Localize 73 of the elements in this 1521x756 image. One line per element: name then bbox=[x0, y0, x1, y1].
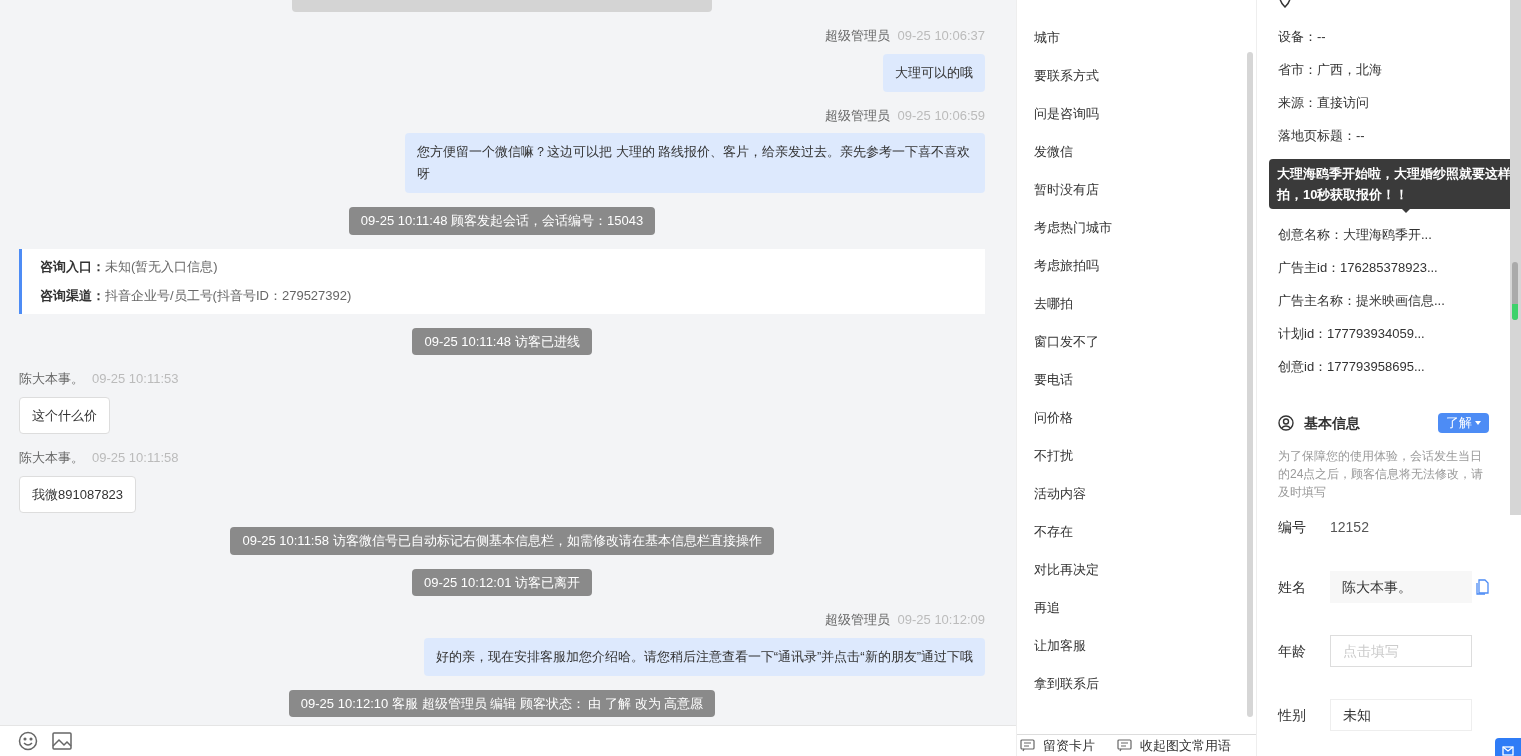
image-icon[interactable] bbox=[52, 732, 72, 750]
source-info-row-text: 省市：广西，北海 bbox=[1278, 60, 1383, 79]
message-time: 09-25 10:06:37 bbox=[897, 27, 985, 45]
select-field[interactable]: 未知 bbox=[1330, 699, 1472, 731]
agent-message-bubble: 您方便留一个微信嘛？这边可以把 大理的 路线报价、客片，给亲发过去。亲先参考一下喜不喜欢呀 bbox=[405, 133, 985, 193]
field-label: 年龄 bbox=[1278, 641, 1307, 661]
sender-name: 陈大本事。 bbox=[19, 449, 84, 467]
field-label: 姓名 bbox=[1278, 577, 1307, 597]
agent-message-bubble: 大理可以的哦 bbox=[883, 53, 985, 92]
footer-button[interactable]: 留资卡片 bbox=[1020, 735, 1095, 756]
phrase-item[interactable]: 再追 bbox=[1034, 589, 1256, 627]
message-time: 09-25 10:11:53 bbox=[92, 370, 179, 388]
phrase-item[interactable]: 不打扰 bbox=[1034, 437, 1256, 475]
phrase-item[interactable]: 城市 bbox=[1034, 19, 1256, 57]
info-label: 咨询入口： bbox=[40, 257, 105, 276]
info-value: 未知(暂无入口信息) bbox=[105, 257, 218, 276]
field-value: 12152 bbox=[1330, 517, 1369, 537]
phrase-item[interactable]: 问是咨询吗 bbox=[1034, 95, 1256, 133]
sender-name: 超级管理员 bbox=[824, 27, 890, 45]
sender-name: 陈大本事。 bbox=[19, 370, 84, 388]
phrase-item[interactable]: 不存在 bbox=[1034, 513, 1256, 551]
section-title: 基本信息 bbox=[1304, 413, 1360, 433]
source-info-row-text: 落地页标题：-- bbox=[1278, 126, 1366, 145]
agent-message-bubble: 好的亲，现在安排客服加您介绍哈。请您稍后注意查看一下“通讯录”并点击“新的朋友”通过下哦 bbox=[423, 637, 985, 676]
system-message: 09-25 10:11:48 访客已进线 bbox=[412, 327, 592, 355]
chat-icon bbox=[1020, 739, 1035, 752]
source-info-row-text: 来源：直接访问 bbox=[1278, 93, 1370, 112]
source-info-row-text: 广告主名称：提米映画信息... bbox=[1278, 291, 1446, 310]
visitor-message-bubble: 这个什么价 bbox=[19, 396, 110, 434]
mail-icon bbox=[1502, 746, 1514, 756]
chat-icon bbox=[1117, 739, 1132, 752]
info-value: 抖音企业号/员工号(抖音号ID：279527392) bbox=[105, 287, 352, 305]
system-message: 09-25 10:12:01 访客已离开 bbox=[411, 568, 593, 596]
source-info-row-text: 广告主id：176285378923... bbox=[1278, 258, 1439, 277]
phrase-item[interactable]: 考虑旅拍吗 bbox=[1034, 247, 1256, 285]
phrase-item[interactable]: 要电话 bbox=[1034, 361, 1256, 399]
phrase-item[interactable]: 去哪拍 bbox=[1034, 285, 1256, 323]
system-message: 09-25 10:12:10 客服 超级管理员 编辑 顾客状态： 由 了解 改为 高意愿 bbox=[288, 689, 716, 717]
info-label: 咨询渠道： bbox=[40, 287, 105, 305]
caret-icon bbox=[1475, 421, 1481, 425]
system-message: 09-25 10:11:58 访客微信号已自动标记右侧基本信息栏，如需修改请在基本信息栏直接操作 bbox=[230, 527, 774, 555]
phrase-item[interactable]: 让加客服 bbox=[1034, 627, 1256, 665]
footer-button[interactable]: 收起图文常用语 bbox=[1117, 735, 1231, 756]
field-label: 编号 bbox=[1278, 517, 1307, 537]
source-info-row-text: 创意名称：大理海鸥季开... bbox=[1278, 225, 1433, 244]
message-time: 09-25 10:11:58 bbox=[92, 449, 179, 467]
emoji-icon[interactable] bbox=[18, 731, 38, 751]
scrollbar[interactable] bbox=[1247, 52, 1253, 717]
phrase-item[interactable]: 拿到联系后 bbox=[1034, 665, 1256, 703]
phrase-item[interactable]: 考虑热门城市 bbox=[1034, 209, 1256, 247]
notice-text: 为了保障您的使用体验，会话发生当日的24点之后，顾客信息将无法修改，请及时填写 bbox=[1278, 448, 1485, 501]
phrase-item[interactable]: 暂时没有店 bbox=[1034, 171, 1256, 209]
source-info-row-text: 设备：-- bbox=[1278, 27, 1327, 46]
field-label: 性别 bbox=[1278, 705, 1307, 725]
sender-name: 超级管理员 bbox=[824, 106, 890, 125]
name-field[interactable]: 陈大本事。 bbox=[1330, 571, 1472, 603]
message-time: 09-25 10:12:09 bbox=[897, 611, 985, 629]
phrase-item[interactable]: 发微信 bbox=[1034, 133, 1256, 171]
phrase-item[interactable]: 问价格 bbox=[1034, 399, 1256, 437]
phrase-item[interactable]: 对比再决定 bbox=[1034, 551, 1256, 589]
message-time: 09-25 10:06:59 bbox=[897, 106, 985, 125]
source-info-row-text: 创意id：177793958695... bbox=[1278, 357, 1426, 376]
phrase-item[interactable]: 活动内容 bbox=[1034, 475, 1256, 513]
sender-name: 超级管理员 bbox=[824, 611, 890, 629]
system-message: 09-25 10:11:48 顾客发起会话，会话编号：15043 bbox=[348, 207, 656, 235]
phrase-item[interactable]: 窗口发不了 bbox=[1034, 323, 1256, 361]
scrollbar-thumb[interactable] bbox=[1512, 262, 1518, 320]
source-info-row-text: 计划id：177793934059... bbox=[1278, 324, 1426, 343]
mail-button[interactable] bbox=[1495, 738, 1521, 756]
user-circle-icon bbox=[1278, 415, 1294, 431]
phrase-item[interactable]: 要联系方式 bbox=[1034, 57, 1256, 95]
copy-icon[interactable] bbox=[1475, 579, 1489, 595]
visitor-message-bubble: 我微891087823 bbox=[19, 475, 137, 513]
